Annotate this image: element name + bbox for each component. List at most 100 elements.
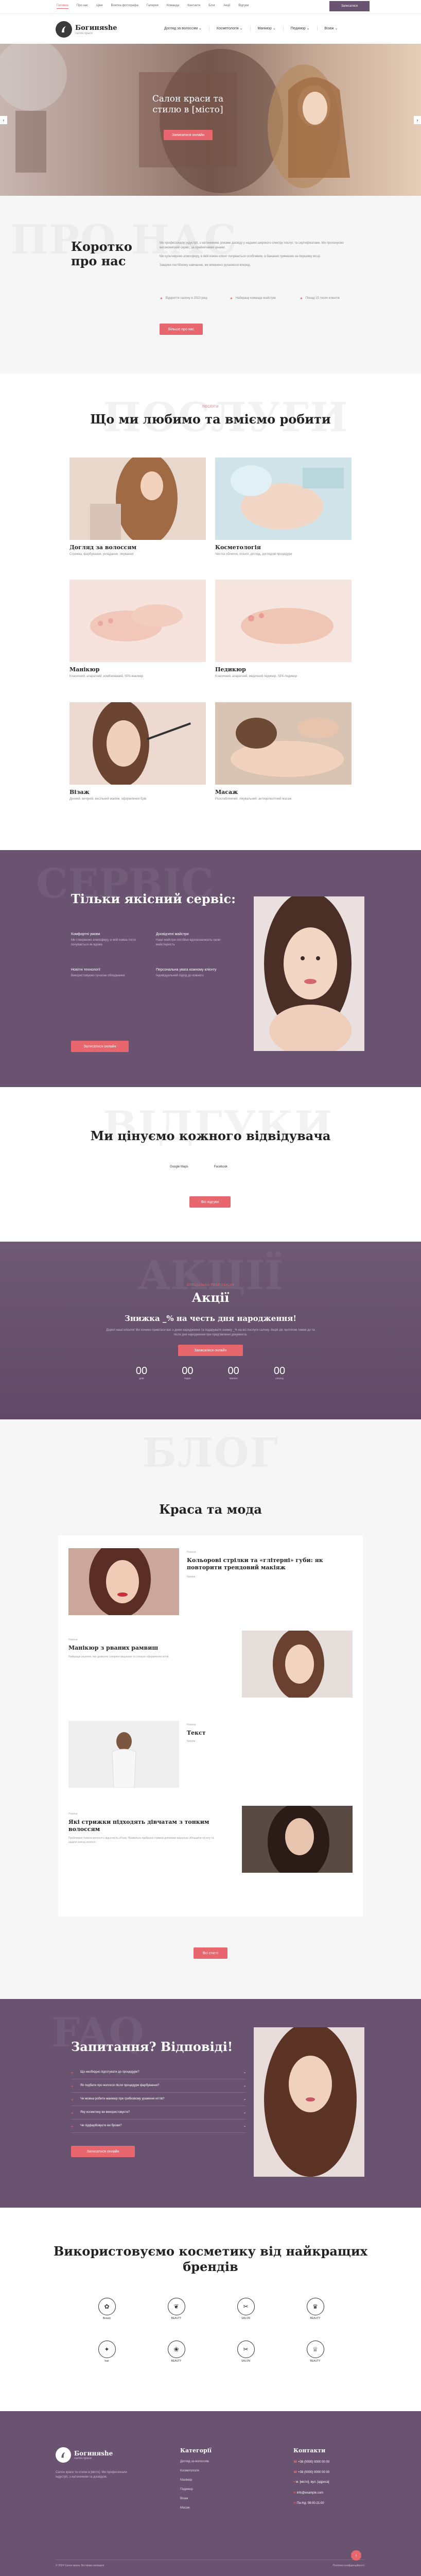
blog-post-title[interactable]: Текст — [187, 1730, 206, 1736]
footer-privacy-link[interactable]: Політика конфіденційності — [332, 2564, 364, 2567]
top-link-home[interactable]: Головна — [57, 4, 68, 9]
service-title: Візаж — [69, 789, 90, 795]
logo-icon — [56, 21, 72, 38]
blog-post-title[interactable]: Які стрижки підходять дівчатам з тонким … — [68, 1819, 233, 1833]
faq-title: Запитання? Відповіді! — [71, 2039, 233, 2054]
footer-logo[interactable]: Богиняshe салон краси — [56, 2447, 113, 2463]
top-link[interactable]: Команда — [167, 4, 179, 9]
hero-next-arrow[interactable]: › — [414, 116, 421, 124]
brand-logo[interactable]: ❀ BEAUTY — [142, 2341, 211, 2363]
nav-pedicure[interactable]: Педикюр ⌄ — [284, 26, 318, 30]
brand-logo[interactable]: ✂ SALON — [211, 2298, 280, 2320]
brand-logo[interactable]: ✿ Beauty — [72, 2298, 142, 2320]
logo[interactable]: Богиняshe салон краси — [56, 21, 117, 38]
faq-item[interactable]: + Як подбати про волосся після процедури… — [71, 2079, 246, 2093]
top-link[interactable]: Блог — [208, 4, 215, 9]
blog-post-excerpt[interactable]: Читати — [187, 1575, 195, 1579]
footer-contact[interactable]: ✉ info@example.com — [293, 2491, 329, 2495]
brands-grid: ✿ Beauty ❦ BEAUTY ✂ SALON ♛ BEAUTY ✦ hair ❀ BE… — [72, 2298, 350, 2363]
top-link[interactable]: Контакти — [187, 4, 200, 9]
faq-item[interactable]: + Чи можна робити манікюр при грибковому… — [71, 2093, 246, 2106]
service-title: Косметологія — [215, 544, 261, 551]
brand-logo[interactable]: ❦ BEAUTY — [142, 2298, 211, 2320]
quality-signup-button[interactable]: Записатися онлайн — [71, 1041, 129, 1052]
service-image — [69, 457, 206, 540]
quality-section: СЕРВІС Тільки якісний сервіс: Комфортні … — [0, 850, 421, 1087]
faq-item[interactable]: + Що необхідно підготувати до процедури?… — [71, 2066, 246, 2079]
promo-signup-button[interactable]: Записатися онлайн — [178, 1345, 243, 1356]
plus-icon: + — [71, 2097, 74, 2102]
star-icon: ✦ — [160, 296, 163, 301]
service-desc: Класичний, апаратний, комбінований, SPA-… — [69, 675, 144, 678]
brands-title: Використовуємо косметику від найкращих б… — [54, 2244, 367, 2274]
star-icon: ✦ — [300, 296, 303, 301]
nav-cosmetology[interactable]: Косметологія ⌄ — [209, 26, 251, 30]
tab-google[interactable]: Google Maps — [170, 1165, 188, 1168]
footer-contact[interactable]: ☎ +38 (0000) 0000 00 00 — [293, 2470, 329, 2474]
top-signup-button[interactable]: Записатися — [329, 1, 370, 11]
about-text: Ми професіонали індустрії, з натхненням,… — [160, 241, 355, 268]
service-card-cosmetology[interactable]: Косметологія Чистка обличчя, пілінги, до… — [215, 457, 352, 557]
quality-item: Комфортні умови Ми створюємо атмосферу, … — [71, 933, 136, 946]
footer-link[interactable]: Догляд за волоссям — [180, 2460, 209, 2463]
blog-post-meta: Новини — [187, 1551, 196, 1554]
top-link[interactable]: Акції — [223, 4, 230, 9]
blog-post-title[interactable]: Кольорові стрілки та «глітерні» губи: як… — [187, 1557, 352, 1571]
faq-signup-button[interactable]: Записатися онлайн — [71, 2146, 135, 2157]
brand-logo[interactable]: ✂ SALON — [211, 2341, 280, 2363]
footer-contacts-title: Контакти — [293, 2447, 326, 2454]
faq-list: + Що необхідно підготувати до процедури?… — [71, 2066, 246, 2133]
hero-signup-button[interactable]: Записатися онлайн — [164, 130, 213, 140]
top-link[interactable]: Галерея — [147, 4, 159, 9]
about-more-button[interactable]: Більше про нас — [160, 324, 203, 335]
blog-post-title[interactable]: Манікюр з рваних рамвиш — [68, 1645, 233, 1651]
brand-emblem-icon: ✿ — [98, 2298, 116, 2315]
top-link[interactable]: Візитка фотографа — [111, 4, 138, 9]
nav-hair[interactable]: Догляд за волоссям ⌄ — [157, 26, 209, 30]
service-image — [215, 457, 352, 540]
quality-item: Досвідчені майстри Наші майстри постійно… — [156, 933, 221, 946]
service-card-massage[interactable]: Масаж Розслабляючий, лікувальний, антице… — [215, 702, 352, 802]
promo-label: Спеціальна пропозиція — [187, 1284, 234, 1287]
top-link[interactable]: Ціни — [96, 4, 102, 9]
top-link[interactable]: Про нас — [77, 4, 88, 9]
top-link[interactable]: Відгуки — [238, 4, 249, 9]
brand-logo[interactable]: ✦ hair — [72, 2341, 142, 2363]
footer-contact[interactable]: ☎ +38 (0000) 0000 00 00 — [293, 2460, 329, 2464]
promo-text: Дорогі наші клієнти! Ми хочемо привітати… — [106, 1329, 315, 1336]
services-section: ПОСЛУГИ Послуги Що ми любимо та вміємо р… — [0, 374, 421, 850]
chevron-down-icon: ⌄ — [243, 2125, 246, 2128]
footer-link[interactable]: Манікюр — [180, 2479, 209, 2482]
blog-post-image[interactable] — [68, 1721, 179, 1788]
footer-about: Салон краси та стилю в [місто]. Ми профе… — [56, 2471, 127, 2479]
service-card-hair[interactable]: Догляд за волоссям Стрижка, фарбування, … — [69, 457, 206, 557]
service-card-pedicure[interactable]: Педикюр Класичний, апаратний, медичний п… — [215, 580, 352, 679]
hero-prev-arrow[interactable]: ‹ — [0, 116, 7, 124]
scroll-top-button[interactable]: ↑ — [351, 2550, 361, 2561]
about-feature: ✦ Відкриття салону в 2010 році — [160, 296, 207, 301]
service-card-manicure[interactable]: Манікюр Класичний, апаратний, комбінован… — [69, 580, 206, 679]
brand-emblem-icon: ❀ — [167, 2341, 185, 2358]
footer-categories: Догляд за волоссям Косметологія Манікюр … — [180, 2460, 209, 2510]
service-card-makeup[interactable]: Візаж Денний, вечірній, весільний макіяж… — [69, 702, 206, 802]
blog-post-image[interactable] — [242, 1806, 353, 1873]
quality-title: Тільки якісний сервіс: — [71, 891, 236, 906]
nav-makeup[interactable]: Візаж ⌄ — [318, 26, 345, 30]
footer-link[interactable]: Масаж — [180, 2506, 209, 2510]
reviews-all-button[interactable]: Всі відгуки — [189, 1196, 231, 1208]
brand-logo[interactable]: ♕ BEAUTY — [280, 2341, 350, 2363]
faq-item[interactable]: + Яку косметику ви використовуєте? ⌄ — [71, 2106, 246, 2120]
clock-icon: ◷ — [293, 2502, 297, 2505]
footer-link[interactable]: Косметологія — [180, 2469, 209, 2472]
nav-manicure[interactable]: Манікюр ⌄ — [251, 26, 284, 30]
blog-post-excerpt[interactable]: Читати — [187, 1740, 195, 1743]
tab-facebook[interactable]: Facebook — [214, 1165, 227, 1168]
blog-post-image[interactable] — [68, 1548, 179, 1615]
footer-link[interactable]: Педикюр — [180, 2488, 209, 2491]
blog-post-image[interactable] — [242, 1631, 353, 1698]
logo-icon — [56, 2447, 71, 2463]
brand-logo[interactable]: ♛ BEAUTY — [280, 2298, 350, 2320]
footer-link[interactable]: Візаж — [180, 2497, 209, 2500]
blog-all-button[interactable]: Всі статті — [194, 1947, 227, 1959]
faq-item[interactable]: + Чи підфарбовуєте ви брови? ⌄ — [71, 2120, 246, 2133]
